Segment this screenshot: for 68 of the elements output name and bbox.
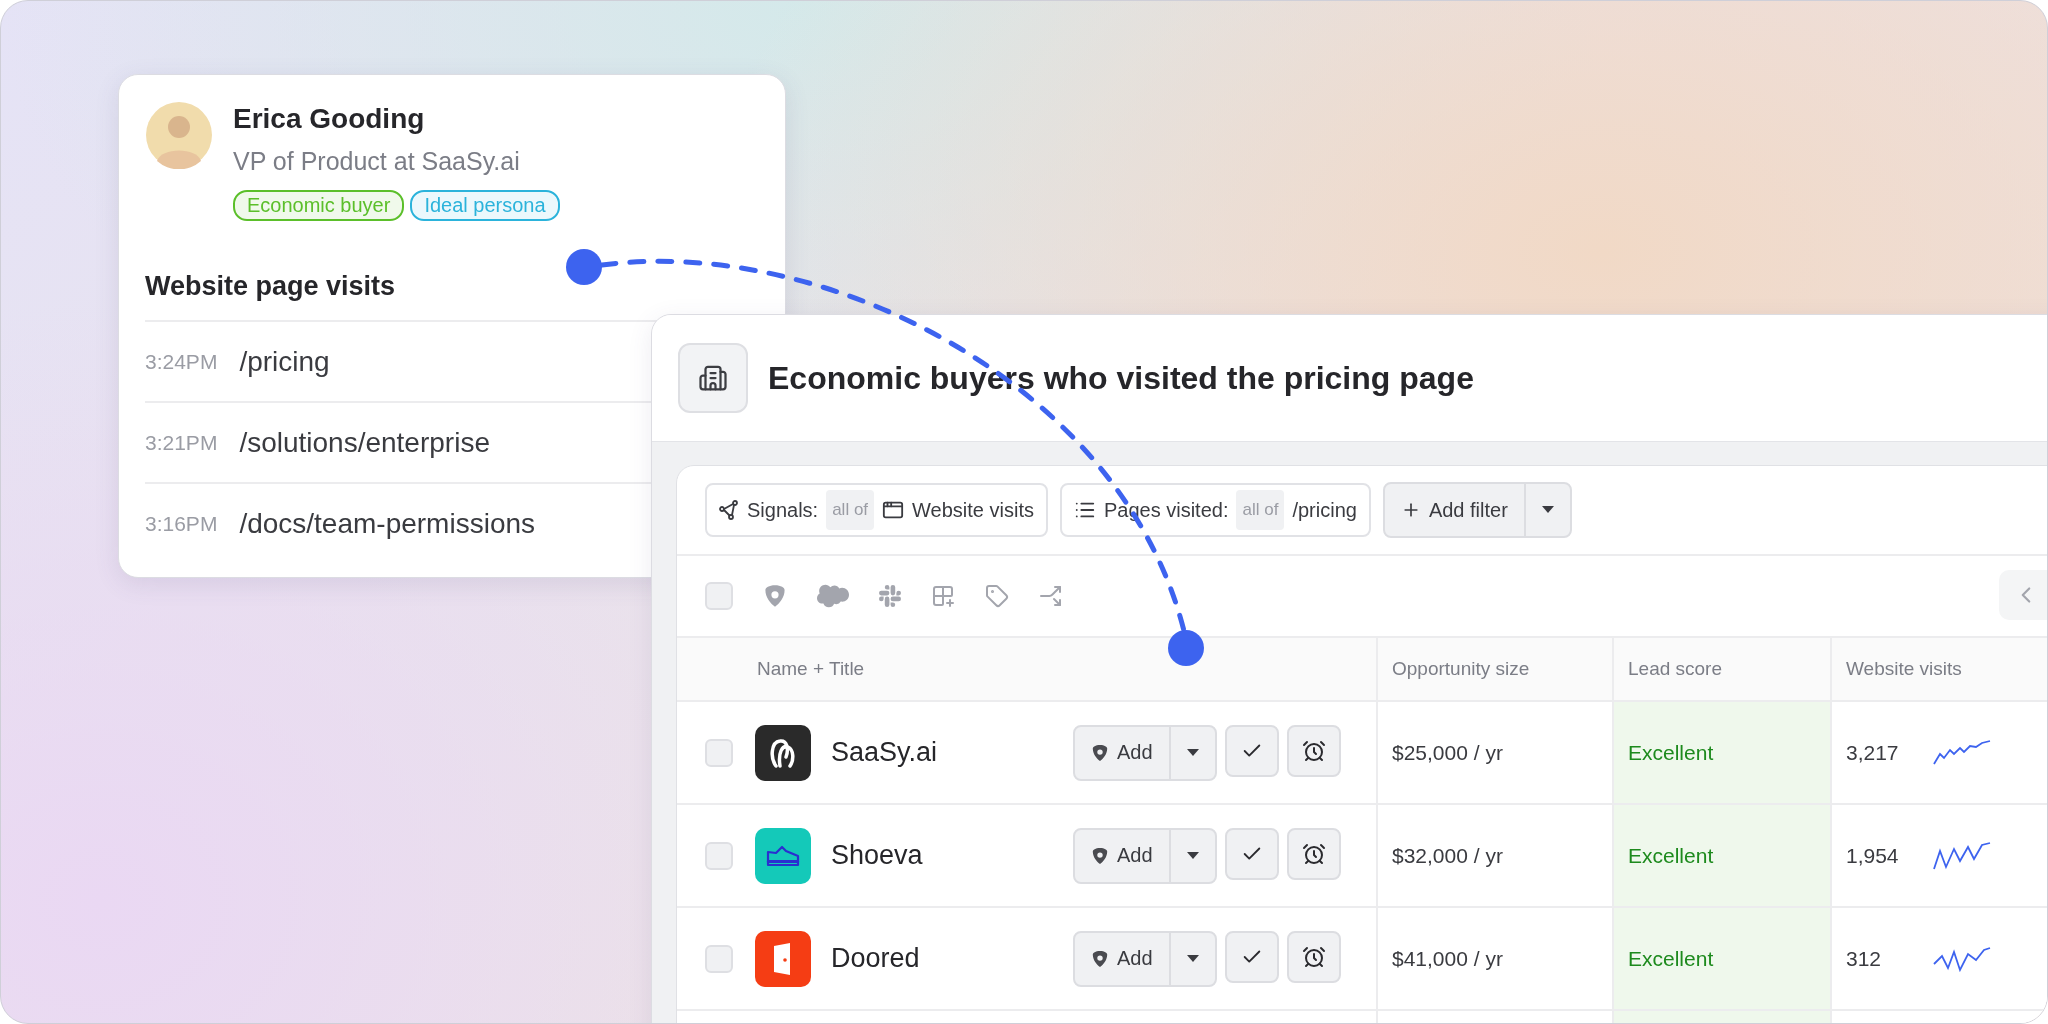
alarm-clock-icon	[1301, 841, 1326, 866]
visit-count: 1,954	[1846, 843, 1900, 868]
contact-name: Erica Gooding	[233, 103, 426, 135]
filter-chip[interactable]: Pages visited: all of /pricing	[1059, 483, 1371, 537]
lead-score: Excellent	[1628, 740, 1714, 765]
visit-time: 3:21PM	[145, 430, 218, 455]
filter-chip[interactable]: Signals: all of Website visits	[705, 483, 1048, 537]
building-icon	[678, 343, 748, 413]
company-name: SaaSy.ai	[831, 737, 939, 768]
company-name: Doored	[831, 943, 921, 974]
lead-score: Excellent	[1628, 946, 1714, 971]
alarm-button[interactable]	[1286, 930, 1341, 983]
opportunity-size: $32,000 / yr	[1392, 843, 1503, 868]
filter-qualifier: all of	[1236, 490, 1285, 530]
filter-value: Website visits	[912, 498, 1034, 522]
list-title: Economic buyers who visited the pricing page	[768, 359, 1474, 397]
row-checkbox[interactable]	[705, 841, 733, 870]
connector-dot	[566, 249, 602, 285]
shoe-logo-icon	[765, 843, 801, 868]
caret-icon	[1186, 748, 1199, 757]
alarm-clock-icon	[1301, 738, 1326, 763]
filter-label: Pages visited:	[1103, 498, 1229, 522]
tag: Economic buyer	[233, 190, 405, 221]
filter-value: /pricing	[1292, 498, 1357, 522]
row-checkbox[interactable]	[705, 738, 733, 767]
grid-plus-icon[interactable]	[931, 584, 955, 608]
browser-window-icon	[882, 499, 905, 521]
select-all-checkbox[interactable]	[705, 582, 733, 610]
alarm-clock-icon	[1301, 944, 1326, 969]
visit-time: 3:24PM	[145, 349, 218, 374]
column-header: Opportunity size	[1378, 638, 1614, 702]
collapse-button[interactable]	[1999, 570, 2047, 620]
check-button[interactable]	[1224, 827, 1279, 880]
visit-count: 312	[1846, 946, 1883, 971]
alarm-button[interactable]	[1286, 724, 1341, 777]
visit-time: 3:16PM	[145, 511, 218, 536]
visit-path: /docs/team-permissions	[239, 507, 536, 540]
opportunity-size: $41,000 / yr	[1392, 946, 1503, 971]
connector-dot	[1168, 630, 1204, 666]
check-button[interactable]	[1224, 930, 1279, 983]
nodes-icon	[719, 500, 739, 520]
column-header: Website visits	[1832, 638, 2047, 702]
alarm-button[interactable]	[1286, 827, 1341, 880]
visit-count: 3,217	[1846, 740, 1900, 765]
contact-title: VP of Product at SaaSy.ai	[233, 147, 521, 176]
hash-icon[interactable]	[879, 585, 901, 607]
shield-icon	[1091, 846, 1109, 865]
column-header: Lead score	[1614, 638, 1832, 702]
sparkline	[1932, 840, 1992, 871]
row-checkbox[interactable]	[705, 944, 733, 973]
avatar	[145, 101, 213, 169]
opportunity-size: $25,000 / yr	[1392, 740, 1503, 765]
lead-score: Excellent	[1628, 843, 1714, 868]
visit-path: /pricing	[239, 345, 330, 378]
tag-icon[interactable]	[985, 584, 1009, 608]
company-name: Shoeva	[831, 840, 924, 871]
visit-path: /solutions/enterprise	[239, 426, 490, 459]
shield-icon	[1091, 949, 1109, 968]
filter-label: Signals:	[747, 498, 819, 522]
shield-icon	[1091, 743, 1109, 762]
tag: Ideal persona	[410, 190, 560, 221]
caret-icon	[1541, 506, 1554, 514]
check-button[interactable]	[1224, 724, 1279, 777]
caret-icon	[1186, 851, 1199, 860]
column-header: Name + Title	[677, 638, 1378, 702]
filter-qualifier: all of	[826, 490, 875, 530]
merge-arrow-icon[interactable]	[1039, 584, 1063, 608]
caret-icon	[1186, 954, 1199, 963]
